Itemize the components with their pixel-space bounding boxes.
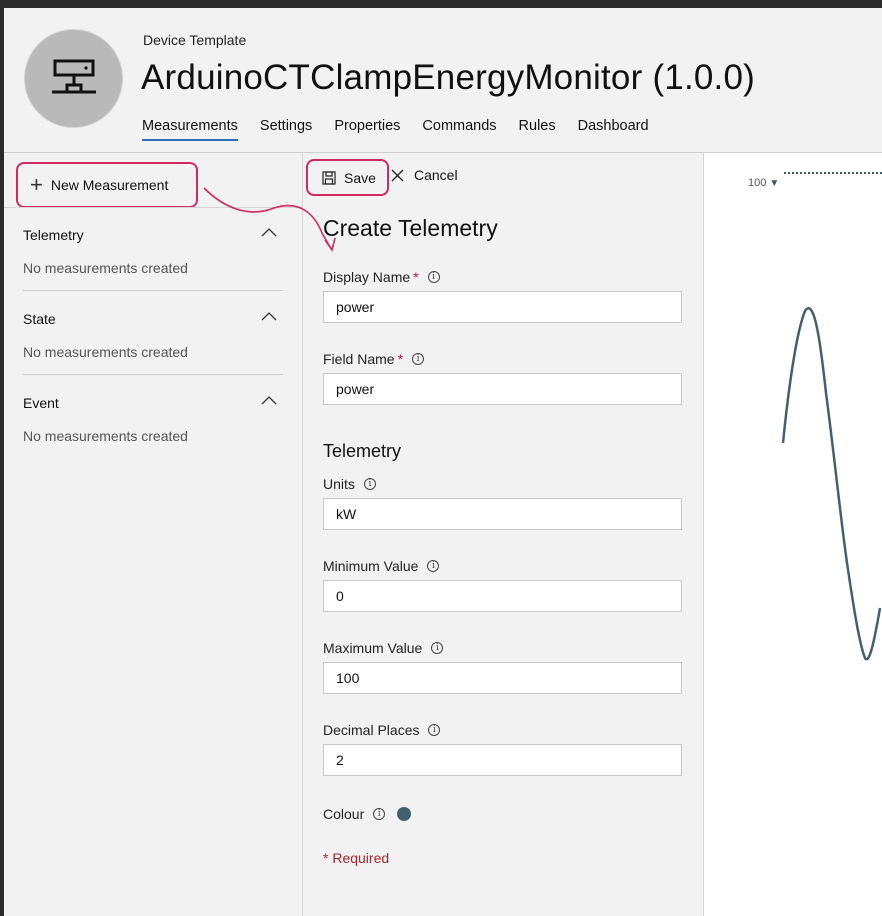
section-event: Event No measurements created bbox=[23, 375, 283, 459]
info-icon[interactable]: i bbox=[427, 271, 440, 283]
cancel-button[interactable]: Cancel bbox=[391, 167, 458, 183]
save-icon bbox=[322, 170, 336, 185]
preview-chart-svg bbox=[781, 307, 882, 661]
decimal-places-input[interactable] bbox=[323, 744, 682, 776]
cancel-label: Cancel bbox=[414, 167, 458, 183]
units-label: Units i bbox=[323, 476, 376, 492]
device-network-icon bbox=[52, 59, 96, 94]
maximum-value-label-text: Maximum Value bbox=[323, 640, 423, 656]
close-icon bbox=[391, 169, 404, 181]
section-telemetry: Telemetry No measurements created bbox=[23, 207, 283, 291]
required-mark: * bbox=[397, 351, 404, 367]
minimum-value-label: Minimum Value i bbox=[323, 558, 440, 574]
template-version: (1.0.0) bbox=[652, 58, 755, 97]
maximum-value-input[interactable] bbox=[323, 662, 682, 694]
info-icon[interactable]: i bbox=[363, 478, 376, 490]
form-title: Create Telemetry bbox=[323, 215, 498, 241]
create-telemetry-form: Save Cancel Create Telemetry Display Nam… bbox=[303, 153, 703, 916]
display-name-label-text: Display Name bbox=[323, 269, 411, 285]
section-title: Telemetry bbox=[23, 227, 84, 243]
save-label: Save bbox=[344, 169, 376, 186]
minimum-value-input[interactable] bbox=[323, 580, 682, 612]
new-measurement-label: New Measurement bbox=[50, 177, 169, 193]
section-title: Event bbox=[23, 395, 59, 411]
decimal-places-label: Decimal Places i bbox=[323, 722, 441, 738]
tab-rules[interactable]: Rules bbox=[519, 118, 556, 141]
tab-commands[interactable]: Commands bbox=[422, 118, 496, 141]
tab-settings[interactable]: Settings bbox=[260, 118, 312, 141]
tab-properties[interactable]: Properties bbox=[334, 118, 400, 141]
template-name: ArduinoCTClampEnergyMonitor bbox=[141, 58, 643, 97]
info-icon[interactable]: i bbox=[373, 808, 386, 820]
telemetry-subheading: Telemetry bbox=[323, 441, 402, 461]
page-title: ArduinoCTClampEnergyMonitor (1.0.0) bbox=[141, 58, 755, 98]
field-name-input[interactable] bbox=[323, 373, 682, 405]
app-window: Device Template ArduinoCTClampEnergyMoni… bbox=[4, 8, 882, 916]
tab-measurements[interactable]: Measurements bbox=[142, 118, 238, 141]
info-icon[interactable]: i bbox=[427, 560, 440, 572]
minimum-value-label-text: Minimum Value bbox=[323, 558, 419, 574]
empty-state-text: No measurements created bbox=[23, 344, 188, 360]
telemetry-preview-chart: 100 ▼ bbox=[704, 153, 882, 916]
chevron-up-icon[interactable] bbox=[261, 395, 277, 405]
info-icon[interactable]: i bbox=[412, 353, 425, 365]
colour-swatch[interactable] bbox=[397, 807, 412, 821]
display-name-label: Display Name * i bbox=[323, 269, 440, 285]
chevron-up-icon[interactable] bbox=[261, 227, 277, 237]
measurements-panel: + New Measurement Telemetry No measureme… bbox=[4, 153, 302, 916]
info-icon[interactable]: i bbox=[431, 642, 444, 654]
new-measurement-button[interactable]: + New Measurement bbox=[16, 162, 198, 208]
preview-series-line bbox=[781, 307, 882, 661]
units-input[interactable] bbox=[323, 498, 682, 530]
save-button[interactable]: Save bbox=[306, 159, 389, 196]
section-state: State No measurements created bbox=[23, 291, 283, 375]
units-label-text: Units bbox=[323, 476, 355, 492]
empty-state-text: No measurements created bbox=[23, 428, 188, 444]
section-title: State bbox=[23, 311, 56, 327]
display-name-input[interactable] bbox=[323, 291, 682, 323]
breadcrumb: Device Template bbox=[143, 32, 247, 48]
required-note: * Required bbox=[323, 850, 390, 866]
colour-label-text: Colour bbox=[323, 806, 365, 822]
colour-label: Colour i bbox=[323, 806, 412, 822]
field-name-label: Field Name * i bbox=[323, 351, 425, 367]
template-header: Device Template ArduinoCTClampEnergyMoni… bbox=[4, 8, 882, 153]
plus-icon: + bbox=[30, 172, 43, 197]
chevron-up-icon[interactable] bbox=[261, 311, 277, 321]
decimal-places-label-text: Decimal Places bbox=[323, 722, 420, 738]
empty-state-text: No measurements created bbox=[23, 260, 188, 276]
field-name-label-text: Field Name bbox=[323, 351, 395, 367]
required-mark: * bbox=[413, 269, 419, 285]
template-tabs: Measurements Settings Properties Command… bbox=[142, 118, 671, 141]
device-template-avatar bbox=[24, 29, 123, 128]
maximum-value-label: Maximum Value i bbox=[323, 640, 444, 656]
info-icon[interactable]: i bbox=[428, 724, 441, 736]
tab-dashboard[interactable]: Dashboard bbox=[578, 118, 649, 141]
